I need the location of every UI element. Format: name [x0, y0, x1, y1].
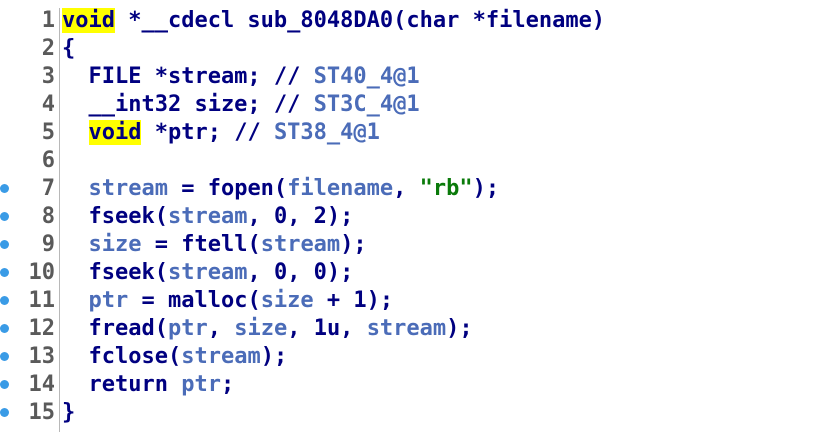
code-line[interactable]: 13 fclose(stream);: [0, 343, 840, 371]
line-number: 7: [41, 176, 55, 201]
code-text[interactable]: stream = fopen(filename, "rb");: [62, 175, 499, 203]
code-token[interactable]: + 1);: [314, 288, 393, 313]
code-token[interactable]: , 0, 2);: [247, 204, 353, 229]
line-number: 13: [28, 344, 56, 369]
code-line[interactable]: 3 FILE *stream; // ST40_4@1: [0, 63, 840, 91]
code-token[interactable]: );: [261, 344, 288, 369]
highlighted-keyword[interactable]: void: [88, 120, 142, 145]
variable-token[interactable]: size: [261, 288, 314, 313]
variable-token[interactable]: stream: [62, 176, 167, 201]
code-line[interactable]: 1 void *__cdecl sub_8048DA0(char *filenam…: [0, 7, 840, 35]
code-line[interactable]: 12 fread(ptr, size, 1u, stream);: [0, 315, 840, 343]
highlighted-keyword[interactable]: void: [62, 8, 115, 33]
code-text[interactable]: FILE *stream; // ST40_4@1: [62, 63, 420, 91]
code-text[interactable]: ptr = malloc(size + 1);: [62, 287, 393, 315]
code-token[interactable]: *__cdecl sub_8048DA0(char *filename): [115, 8, 605, 33]
line-number: 12: [28, 316, 56, 341]
line-number: 11: [28, 288, 56, 313]
string-literal[interactable]: "rb": [420, 176, 473, 201]
code-line[interactable]: 7 stream = fopen(filename, "rb");: [0, 175, 840, 203]
code-text[interactable]: fseek(stream, 0, 0);: [62, 259, 353, 287]
comment-token[interactable]: ST3C_4@1: [314, 92, 420, 117]
code-text[interactable]: fclose(stream);: [62, 343, 287, 371]
comment-token[interactable]: ST40_4@1: [314, 64, 420, 89]
code-text[interactable]: }: [62, 399, 75, 427]
code-line[interactable]: 4 __int32 size; // ST3C_4@1: [0, 91, 840, 119]
line-number: 4: [41, 92, 55, 117]
line-number: 1: [41, 8, 55, 33]
code-token[interactable]: );: [340, 232, 367, 257]
code-line[interactable]: 10 fseek(stream, 0, 0);: [0, 259, 840, 287]
variable-token[interactable]: stream: [168, 204, 247, 229]
line-number: 2: [41, 36, 55, 61]
code-token[interactable]: fread(: [62, 316, 167, 341]
code-token[interactable]: = ftell(: [141, 232, 261, 257]
code-line[interactable]: 15}: [0, 399, 840, 427]
code-token[interactable]: {: [62, 36, 75, 61]
code-token[interactable]: fclose(: [62, 344, 181, 369]
line-number: 10: [28, 260, 56, 285]
line-number: 8: [41, 204, 55, 229]
code-text[interactable]: fread(ptr, size, 1u, stream);: [62, 315, 473, 343]
line-number: 14: [28, 372, 56, 397]
variable-token[interactable]: ptr: [181, 372, 221, 397]
code-line[interactable]: 2{: [0, 35, 840, 63]
code-token[interactable]: ,: [208, 316, 235, 341]
code-text[interactable]: return ptr;: [62, 371, 234, 399]
code-token[interactable]: }: [62, 400, 75, 425]
variable-token[interactable]: ptr: [168, 316, 208, 341]
line-number: 15: [28, 400, 56, 425]
code-token[interactable]: = malloc(: [128, 288, 260, 313]
code-token[interactable]: );: [446, 316, 473, 341]
code-text[interactable]: fseek(stream, 0, 2);: [62, 203, 353, 231]
code-token[interactable]: = fopen(: [168, 176, 287, 201]
variable-token[interactable]: stream: [168, 260, 247, 285]
code-token[interactable]: , 1u,: [287, 316, 366, 341]
code-text[interactable]: size = ftell(stream);: [62, 231, 367, 259]
code-token[interactable]: return: [62, 372, 181, 397]
code-line[interactable]: 6: [0, 147, 840, 175]
pseudocode-editor[interactable]: 1 void *__cdecl sub_8048DA0(char *filenam…: [0, 0, 840, 442]
code-token[interactable]: ,: [393, 176, 420, 201]
code-line[interactable]: 5 void *ptr; // ST38_4@1: [0, 119, 840, 147]
code-line[interactable]: 8 fseek(stream, 0, 2);: [0, 203, 840, 231]
code-text[interactable]: void *ptr; // ST38_4@1: [62, 119, 380, 147]
code-text[interactable]: __int32 size; // ST3C_4@1: [62, 91, 420, 119]
code-token[interactable]: ;: [221, 372, 234, 397]
code-line[interactable]: 14 return ptr;: [0, 371, 840, 399]
variable-token[interactable]: stream: [261, 232, 340, 257]
variable-token[interactable]: stream: [367, 316, 446, 341]
line-number: 5: [41, 120, 55, 145]
variable-token[interactable]: size: [62, 232, 141, 257]
code-text[interactable]: void *__cdecl sub_8048DA0(char *filename…: [62, 7, 605, 35]
code-token[interactable]: FILE *stream; //: [62, 64, 314, 89]
code-line[interactable]: 11 ptr = malloc(size + 1);: [0, 287, 840, 315]
line-number: 3: [41, 64, 55, 89]
code-text[interactable]: {: [62, 35, 75, 63]
code-token[interactable]: );: [473, 176, 500, 201]
variable-token[interactable]: ptr: [62, 288, 128, 313]
code-token[interactable]: fseek(: [62, 204, 167, 229]
variable-token[interactable]: size: [234, 316, 287, 341]
comment-token[interactable]: ST38_4@1: [274, 120, 380, 145]
code-token[interactable]: __int32 size; //: [62, 92, 314, 117]
variable-token[interactable]: stream: [181, 344, 260, 369]
line-number: 6: [41, 148, 55, 173]
code-token[interactable]: [62, 120, 89, 145]
code-token[interactable]: fseek(: [62, 260, 167, 285]
variable-token[interactable]: filename: [287, 176, 393, 201]
code-line[interactable]: 9 size = ftell(stream);: [0, 231, 840, 259]
line-number: 9: [41, 232, 55, 257]
code-token[interactable]: *ptr; //: [141, 120, 273, 145]
code-token[interactable]: , 0, 0);: [247, 260, 353, 285]
